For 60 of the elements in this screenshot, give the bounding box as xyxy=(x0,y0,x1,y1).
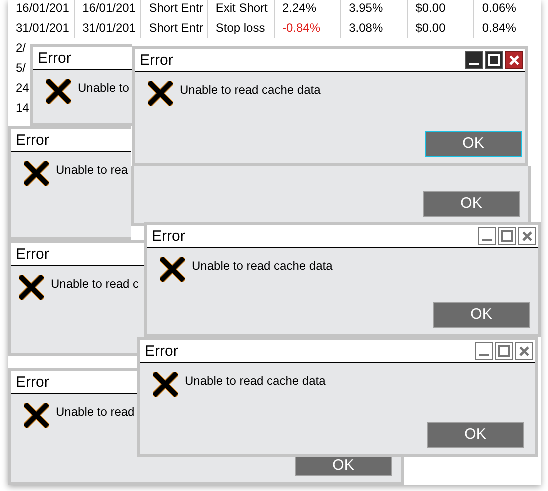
error-x-icon xyxy=(160,257,185,282)
error-x-icon xyxy=(19,275,44,300)
table-cell: Short Entr xyxy=(149,0,204,17)
close-icon xyxy=(522,230,532,242)
ok-button[interactable]: OK xyxy=(423,191,520,217)
table-cell: Exit Short xyxy=(216,0,268,17)
table-cell-text: $0.00 xyxy=(416,20,446,37)
ok-button[interactable]: OK xyxy=(295,456,392,476)
maximize-icon xyxy=(498,345,510,357)
table-cell-text: 24 xyxy=(16,80,30,97)
error-x-icon xyxy=(153,372,178,397)
error-message: Unable to read cache data xyxy=(192,258,333,272)
table-cell: $0.00 xyxy=(416,0,446,17)
ok-button[interactable]: OK xyxy=(425,131,522,157)
table-cell-text: Stop loss xyxy=(216,20,266,37)
error-message: Unable to read cache data xyxy=(180,82,321,96)
table-cell-text: 2/ xyxy=(16,40,26,57)
table-cell-text: 14 xyxy=(16,100,30,117)
minimize-icon xyxy=(479,354,489,356)
minimize-button[interactable] xyxy=(465,51,483,69)
ok-button[interactable]: OK xyxy=(433,302,530,328)
window-title: Error xyxy=(38,50,72,66)
close-icon xyxy=(508,54,520,66)
table-cell-text: 3.08% xyxy=(349,20,384,37)
window-title: Error xyxy=(16,374,50,390)
table-cell: 16/01/201 xyxy=(16,0,70,17)
minimize-icon xyxy=(469,63,479,65)
close-button[interactable] xyxy=(518,227,536,245)
error-message: Unable to xyxy=(78,80,130,94)
table-cell: 0.06% xyxy=(482,0,516,17)
error-x-icon xyxy=(46,79,71,104)
window-title: Error xyxy=(16,246,50,262)
table-cell-text: -0.84% xyxy=(282,20,321,37)
table-cell: 2.24% xyxy=(282,0,317,17)
close-button[interactable] xyxy=(505,51,523,69)
window-title: Error xyxy=(16,132,50,148)
table-cell: 3.95% xyxy=(349,0,384,17)
table-cell-text: 31/01/201 xyxy=(82,20,136,37)
table-cell-text: 0.84% xyxy=(482,20,516,37)
error-message: Unable to read c xyxy=(51,276,140,290)
table-cell: 16/01/201 xyxy=(82,0,136,17)
table-cell-text: 31/01/201 xyxy=(16,20,70,37)
minimize-icon xyxy=(482,239,492,241)
error-message: Unable to read cache data xyxy=(185,373,326,387)
table-cell-text: Short Entr xyxy=(149,20,204,37)
maximize-icon xyxy=(488,54,500,66)
table-cell-text: 5/ xyxy=(16,60,26,77)
error-x-icon xyxy=(148,81,173,106)
window-title: Error xyxy=(145,344,178,358)
error-x-icon xyxy=(24,403,49,428)
error-message: Unable to rea xyxy=(56,162,128,176)
close-button[interactable] xyxy=(515,342,533,360)
close-icon xyxy=(518,346,530,356)
error-x-icon xyxy=(24,161,49,186)
window-title: Error xyxy=(140,52,174,68)
error-message: Unable to read xyxy=(56,404,135,418)
ok-button[interactable]: OK xyxy=(427,422,524,448)
maximize-icon xyxy=(501,230,513,242)
maximize-button[interactable] xyxy=(485,51,503,69)
window-title: Error xyxy=(152,228,186,244)
